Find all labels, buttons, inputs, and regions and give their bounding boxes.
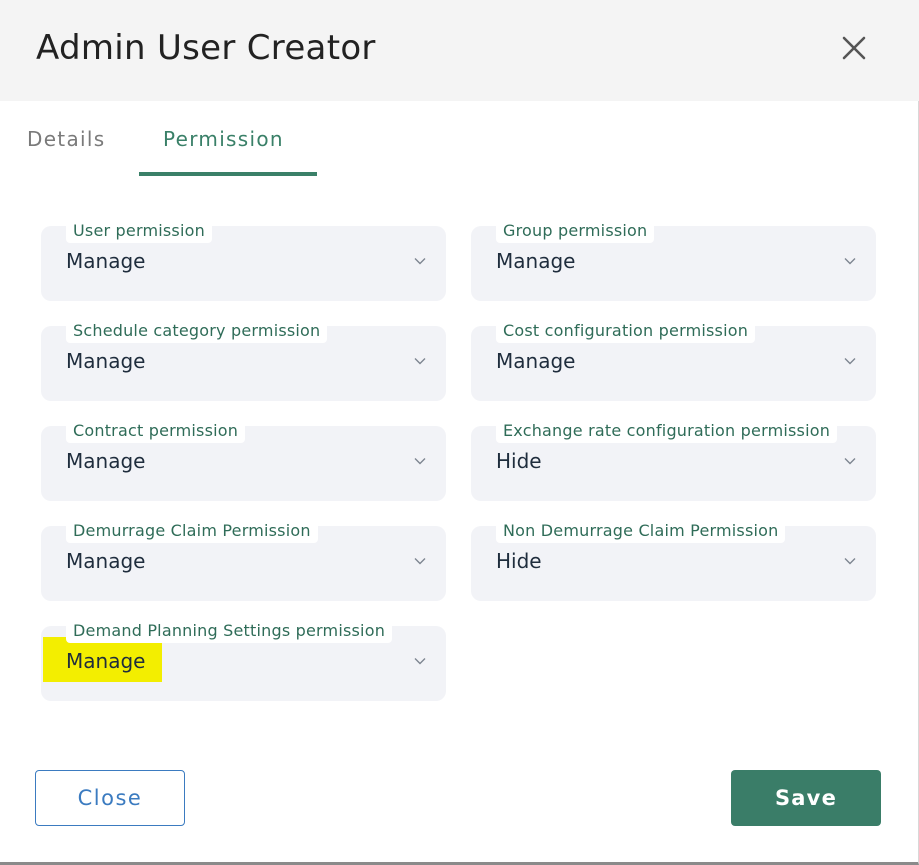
field-value: Manage	[66, 249, 146, 273]
field-label: Non Demurrage Claim Permission	[496, 519, 786, 543]
field-label: Demurrage Claim Permission	[66, 519, 318, 543]
field-label: Cost configuration permission	[496, 319, 756, 343]
chevron-down-icon	[844, 258, 856, 265]
user-permission-select[interactable]: User permission Manage	[41, 219, 446, 301]
field-label: Schedule category permission	[66, 319, 328, 343]
field-value: Hide	[496, 449, 542, 473]
close-icon[interactable]	[836, 30, 872, 66]
non-demurrage-claim-permission-select[interactable]: Non Demurrage Claim Permission Hide	[471, 519, 876, 601]
field-value: Manage	[496, 349, 576, 373]
active-tab-indicator	[139, 172, 317, 176]
field-label: Exchange rate configuration permission	[496, 419, 838, 443]
chevron-down-icon	[844, 558, 856, 565]
demurrage-claim-permission-select[interactable]: Demurrage Claim Permission Manage	[41, 519, 446, 601]
exchange-rate-configuration-permission-select[interactable]: Exchange rate configuration permission H…	[471, 419, 876, 501]
chevron-down-icon	[414, 258, 426, 265]
schedule-category-permission-select[interactable]: Schedule category permission Manage	[41, 319, 446, 401]
chevron-down-icon	[414, 358, 426, 365]
demand-planning-settings-permission-select[interactable]: Demand Planning Settings permission Mana…	[41, 619, 446, 701]
chevron-down-icon	[414, 558, 426, 565]
field-label: User permission	[66, 219, 212, 243]
chevron-down-icon	[844, 358, 856, 365]
field-value: Manage	[66, 349, 146, 373]
field-value: Manage	[66, 649, 146, 673]
dialog-header: Admin User Creator	[0, 0, 919, 101]
tab-details[interactable]: Details	[27, 127, 105, 151]
tab-bar: Details Permission	[0, 101, 919, 181]
field-value: Manage	[66, 549, 146, 573]
chevron-down-icon	[414, 658, 426, 665]
field-value: Manage	[496, 249, 576, 273]
field-value: Hide	[496, 549, 542, 573]
field-label: Group permission	[496, 219, 655, 243]
field-value: Manage	[66, 449, 146, 473]
field-label: Contract permission	[66, 419, 246, 443]
admin-user-creator-dialog: Admin User Creator Details Permission Us…	[0, 0, 919, 865]
group-permission-select[interactable]: Group permission Manage	[471, 219, 876, 301]
save-button[interactable]: Save	[731, 770, 881, 826]
close-button[interactable]: Close	[35, 770, 185, 826]
cost-configuration-permission-select[interactable]: Cost configuration permission Manage	[471, 319, 876, 401]
chevron-down-icon	[414, 458, 426, 465]
field-label: Demand Planning Settings permission	[66, 619, 393, 643]
dialog-title: Admin User Creator	[36, 28, 376, 68]
tab-permission[interactable]: Permission	[163, 127, 284, 151]
contract-permission-select[interactable]: Contract permission Manage	[41, 419, 446, 501]
chevron-down-icon	[844, 458, 856, 465]
